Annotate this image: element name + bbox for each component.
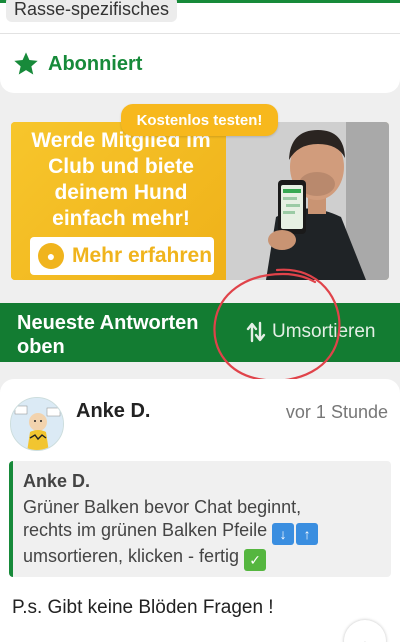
- arrow-up-emoji-icon: ↑: [296, 523, 319, 545]
- subscribed-button[interactable]: Abonniert: [12, 50, 142, 78]
- banner-headline: Werde Mitglied im Club und biete deinem …: [31, 129, 211, 230]
- quote-line-2: rechts im grünen Balken Pfeile: [23, 520, 268, 540]
- category-tag[interactable]: Rasse-spezifisches: [6, 0, 178, 22]
- learn-more-label: Mehr erfahren: [72, 244, 213, 267]
- banner-photo: [226, 122, 389, 280]
- quote-author: Anke D.: [23, 471, 91, 491]
- quote-line-1: Grüner Balken bevor Chat beginnt,: [23, 497, 302, 517]
- top-card: Rasse-spezifisches Abonniert: [0, 0, 400, 93]
- answer-author[interactable]: Anke D.: [76, 400, 150, 423]
- avatar-image: [11, 398, 63, 450]
- paw-icon: ●: [38, 243, 64, 269]
- arrow-down-emoji-icon: ↓: [272, 523, 295, 545]
- learn-more-button[interactable]: ● Mehr erfahren: [30, 237, 214, 275]
- free-trial-badge[interactable]: Kostenlos testen!: [121, 104, 278, 136]
- answer-text: P.s. Gibt keine Blöden Fragen !: [12, 597, 274, 618]
- answer-time: vor 1 Stunde: [285, 402, 388, 422]
- quoted-message: Anke D. Grüner Balken bevor Chat beginnt…: [9, 461, 391, 577]
- quote-line-3-row: umsortieren, klicken - fertig ✓: [23, 545, 383, 571]
- membership-banner[interactable]: Werde Mitglied im Club und biete deinem …: [11, 122, 389, 280]
- person-with-phone-image: [226, 122, 389, 280]
- divider: [0, 33, 400, 34]
- subscribed-label: Abonniert: [48, 52, 143, 75]
- sort-title: Neueste Antworten oben: [17, 312, 199, 358]
- quote-line-2-row: rechts im grünen Balken Pfeile ↓ ↑: [23, 519, 383, 545]
- check-mark-emoji-icon: ✓: [244, 549, 267, 571]
- quote-text: Grüner Balken bevor Chat beginnt, rechts…: [23, 496, 383, 571]
- double-chevron-up-icon: ︽: [356, 632, 374, 642]
- resort-button[interactable]: Umsortieren: [246, 321, 375, 343]
- resort-label: Umsortieren: [272, 321, 376, 342]
- answer-card: Anke D. vor 1 Stunde Anke D. Grüner Balk…: [0, 379, 400, 642]
- avatar[interactable]: [10, 397, 64, 451]
- sort-bar: Neueste Antworten oben Umsortieren: [0, 303, 400, 362]
- star-icon: [14, 52, 38, 75]
- quote-line-3: umsortieren, klicken - fertig: [23, 546, 240, 566]
- sort-arrows-icon: [246, 321, 266, 343]
